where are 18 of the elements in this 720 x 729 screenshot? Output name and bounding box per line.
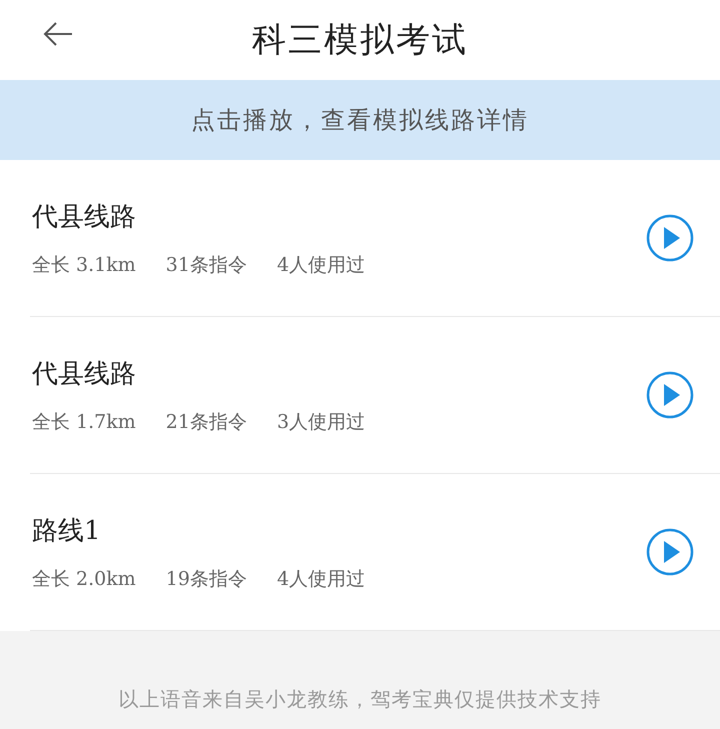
user-count: 4人使用过 <box>276 566 366 592</box>
footer-note: 以上语音来自吴小龙教练，驾考宝典仅提供技术支持 <box>118 686 602 712</box>
instruction-count: 19条指令 <box>166 566 247 592</box>
banner-text: 点击播放，查看模拟线路详情 <box>191 105 529 136</box>
play-button[interactable] <box>646 371 694 419</box>
instruction-count: 21条指令 <box>166 410 247 434</box>
route-name: 路线1 <box>32 514 102 548</box>
route-length: 全长 1.7km <box>32 410 136 434</box>
page-title: 科三模拟考试 <box>252 19 468 62</box>
play-button[interactable] <box>646 214 694 262</box>
user-count: 4人使用过 <box>276 252 366 278</box>
user-count: 3人使用过 <box>276 410 366 434</box>
instruction-count: 31条指令 <box>166 252 247 278</box>
route-name: 代县线路 <box>32 200 137 234</box>
play-button[interactable] <box>646 528 694 576</box>
route-length: 全长 3.1km <box>32 252 136 278</box>
route-name: 代县线路 <box>32 358 137 390</box>
route-length: 全长 2.0km <box>32 566 136 592</box>
